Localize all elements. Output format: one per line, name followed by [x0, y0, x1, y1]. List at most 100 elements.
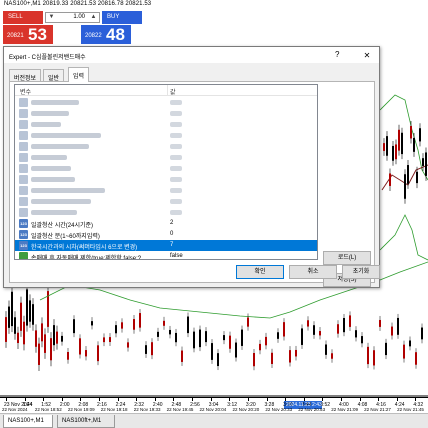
chart-tab-nas100[interactable]: NAS100+,M1	[3, 415, 53, 428]
input-row[interactable]	[15, 119, 317, 130]
load-button[interactable]: 로드(L)	[323, 251, 371, 265]
time-axis-tick	[303, 398, 305, 401]
crosshair-time-text: 2024.11.23 2:43	[286, 402, 322, 408]
candle-body	[211, 343, 213, 360]
input-row-value[interactable]	[170, 132, 182, 138]
chart-tab-bar: NAS100+,M1 NAS100ft+,M1	[0, 413, 428, 428]
input-row[interactable]	[15, 97, 317, 108]
candle-body	[389, 173, 391, 186]
input-row-value[interactable]	[170, 165, 182, 171]
integer-type-icon	[19, 197, 28, 206]
integer-type-icon	[19, 186, 28, 195]
input-row-value[interactable]: 0	[170, 231, 173, 237]
candle-body	[413, 137, 415, 152]
input-row[interactable]: 손매매 후 자동매매 제한(true:제한함,false:?... false	[15, 251, 317, 259]
input-row-value[interactable]	[170, 209, 182, 215]
candle-body	[26, 289, 28, 326]
candle-body	[416, 171, 418, 184]
input-row[interactable]	[15, 141, 317, 152]
chart-tab-nas100ft[interactable]: NAS100ft+,M1	[57, 415, 115, 428]
integer-type-icon	[19, 153, 28, 162]
candle-body	[41, 323, 43, 342]
redacted-value	[170, 177, 182, 182]
close-icon[interactable]: ✕	[359, 50, 375, 61]
candle-body	[127, 342, 129, 348]
time-axis-tick	[99, 398, 101, 401]
redacted-text	[31, 199, 91, 204]
input-row-name: 일괄청산 시간(24시기준)	[31, 223, 94, 229]
redacted-text	[31, 111, 69, 116]
input-row-value[interactable]: 7	[170, 242, 173, 248]
redacted-value	[170, 122, 182, 127]
input-row[interactable]	[15, 108, 317, 119]
time-axis-secondary-label: 22 Nov 21:27	[364, 407, 391, 412]
column-header-value[interactable]: 값	[170, 87, 176, 96]
cancel-button[interactable]: 취소	[289, 265, 337, 279]
dialog-titlebar[interactable]: Expert - C심플볼린저밴드매수 ? ✕	[4, 47, 379, 63]
input-row-value[interactable]	[170, 198, 182, 204]
candle-body	[421, 327, 423, 340]
redacted-value	[170, 166, 182, 171]
candle-body	[404, 174, 406, 199]
ok-button[interactable]: 확인	[236, 265, 284, 279]
redacted-text	[31, 166, 71, 171]
input-row-name	[31, 154, 165, 160]
bollinger-lower-band-right	[379, 214, 428, 261]
redacted-value	[170, 188, 182, 193]
integer-type-icon	[19, 175, 28, 184]
input-row[interactable]	[15, 185, 317, 196]
column-divider[interactable]	[167, 85, 168, 96]
reset-button[interactable]: 초기화	[342, 265, 380, 279]
tab-version-info[interactable]: 버전정보	[9, 69, 42, 82]
time-axis-secondary-label: 22 Nov 21:09	[331, 407, 358, 412]
candle-body	[409, 340, 411, 347]
input-row[interactable]: 123 일괄청산 분(1~60까지입력) 0	[15, 229, 317, 240]
candle-body	[97, 345, 99, 362]
redacted-text	[31, 155, 67, 160]
candle-body	[343, 317, 345, 333]
candle-body	[265, 336, 267, 346]
input-row-value[interactable]	[170, 143, 182, 149]
input-row[interactable]: 123 일괄청산 시간(24시기준) 2	[15, 218, 317, 229]
input-row[interactable]: 123 한국시간과의 시차(써머타임시 6으로 변경) 7	[15, 240, 317, 251]
candle-body	[367, 346, 369, 365]
input-row-value[interactable]	[170, 187, 182, 193]
time-axis-tick	[415, 398, 417, 401]
input-row-value[interactable]	[170, 110, 182, 116]
inputs-grid[interactable]: 변수 값 123 일괄청산 시간(24시기준) 2 123 일괄청산 분(1~60까지입…	[14, 84, 318, 260]
candle-body	[91, 321, 93, 326]
column-header-variable[interactable]: 변수	[20, 87, 31, 96]
candle-body	[181, 350, 183, 362]
candle-body	[349, 315, 351, 327]
input-row[interactable]	[15, 152, 317, 163]
input-row[interactable]	[15, 130, 317, 141]
input-row-value[interactable]: 2	[170, 220, 173, 226]
redacted-value	[170, 111, 182, 116]
input-row-value[interactable]	[170, 99, 182, 105]
candle-body	[121, 322, 123, 329]
candle-body	[397, 317, 399, 335]
input-row[interactable]	[15, 163, 317, 174]
input-row[interactable]	[15, 207, 317, 218]
tab-general[interactable]: 일반	[43, 69, 65, 82]
candle-body	[419, 128, 421, 142]
input-row[interactable]	[15, 174, 317, 185]
candle-body	[301, 328, 303, 345]
boolean-type-icon	[19, 252, 28, 259]
help-icon[interactable]: ?	[335, 50, 339, 59]
integer-type-icon	[19, 120, 28, 129]
candle-body	[50, 338, 52, 361]
time-axis: 23 Nov 2024 1:44 1:52 2:00 2:08 2:16 2:24 2:32 2…	[0, 397, 428, 412]
redacted-text	[31, 210, 77, 215]
tab-inputs[interactable]: 입력	[68, 67, 90, 82]
time-axis-tick	[192, 398, 194, 401]
integer-type-icon: 123	[19, 230, 28, 239]
candle-body	[73, 319, 75, 334]
input-row-value[interactable]	[170, 176, 182, 182]
input-row-value[interactable]: false	[170, 253, 183, 259]
input-row-value[interactable]	[170, 121, 182, 127]
input-row-value[interactable]	[170, 154, 182, 160]
time-axis-tick	[24, 398, 26, 401]
integer-type-icon	[19, 142, 28, 151]
input-row[interactable]	[15, 196, 317, 207]
